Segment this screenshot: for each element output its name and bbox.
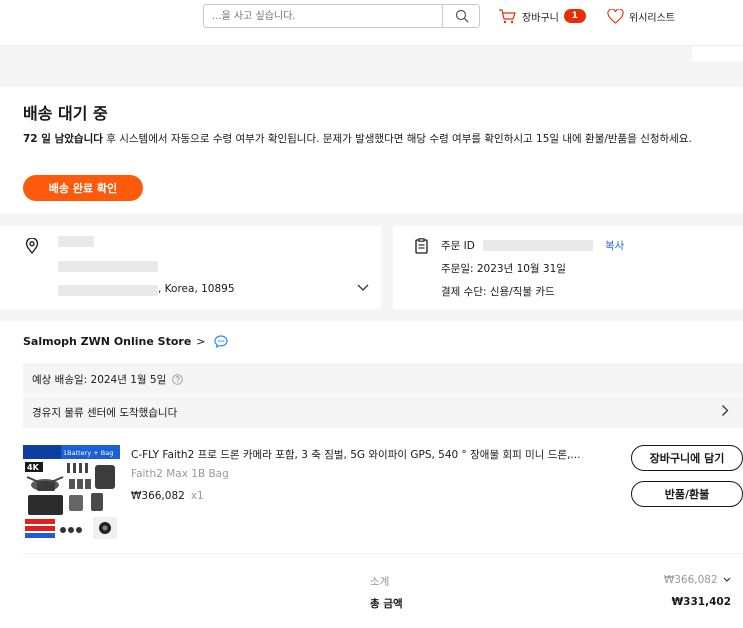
logistics-status: 경유지 물류 센터에 도착했습니다 — [32, 406, 178, 419]
subtotal-value: ₩366,082 — [664, 574, 731, 586]
thumb-4k-label: 4K — [27, 463, 40, 472]
product-price: ₩366,082 — [131, 490, 185, 502]
divider — [23, 553, 743, 554]
document-icon — [415, 238, 428, 254]
estimated-delivery: 예상 배송일: 2024년 1월 5일 — [32, 373, 167, 386]
order-info-card: 주문 ID 복사 주문일: 2023년 10월 31일 결제 수단: 신용/직불… — [393, 226, 743, 309]
product-price-row: ₩366,082 x1 — [131, 490, 204, 502]
subtotal-amount: ₩366,082 — [663, 574, 718, 586]
product-quantity: x1 — [190, 490, 204, 502]
help-icon[interactable] — [172, 373, 184, 385]
status-description: 72 일 남았습니다 후 시스템에서 자동으로 수령 여부가 확인됩니다. 문제… — [23, 132, 743, 146]
subtotal-label: 소계 — [370, 576, 390, 588]
redacted-address — [58, 285, 158, 296]
address-line: , Korea, 10895 — [158, 283, 235, 295]
copy-order-id-link[interactable]: 복사 — [605, 238, 624, 253]
estimated-delivery-row: 예상 배송일: 2024년 1월 5일 — [23, 363, 743, 395]
status-title: 배송 대기 중 — [23, 104, 108, 123]
chevron-right-icon — [722, 405, 729, 416]
search-input[interactable] — [204, 5, 442, 27]
location-pin-icon — [25, 238, 39, 254]
search-icon — [455, 9, 468, 23]
redacted-order-id — [483, 240, 593, 251]
redacted-name — [58, 236, 94, 247]
refund-button[interactable]: 반품/환불 — [631, 481, 743, 507]
delivery-status-card: 배송 대기 중 72 일 남았습니다 후 시스템에서 자동으로 수령 여부가 확… — [0, 87, 743, 213]
address-card: , Korea, 10895 — [0, 226, 381, 309]
order-date: 주문일: 2023년 10월 31일 — [441, 263, 566, 275]
chevron-down-icon[interactable] — [357, 284, 369, 292]
chat-icon[interactable] — [213, 335, 228, 348]
confirm-delivery-button[interactable]: 배송 완료 확인 — [23, 175, 143, 201]
cart-count-badge: 1 — [563, 9, 586, 23]
add-to-cart-button[interactable]: 장바구니에 담기 — [631, 445, 743, 471]
cart-icon — [499, 9, 516, 24]
header-edge — [692, 46, 743, 61]
store-link[interactable]: Salmoph ZWN Online Store > — [23, 335, 228, 348]
store-name: Salmoph ZWN Online Store — [23, 335, 192, 348]
total-label: 총 금액 — [370, 598, 403, 610]
search-button[interactable] — [442, 5, 480, 27]
logistics-status-row[interactable]: 경유지 물류 센터에 도착했습니다 — [23, 396, 743, 428]
product-variant: Faith2 Max 1B Bag — [131, 468, 229, 480]
order-id-label: 주문 ID — [441, 240, 475, 252]
heart-icon — [607, 8, 624, 24]
top-header: 장바구니 1 위시리스트 — [0, 0, 743, 46]
product-thumbnail[interactable]: 1Battery + Bag 4K — [23, 445, 120, 542]
product-title[interactable]: C-FLY Faith2 프로 드론 카메라 포함, 3 축 짐벌, 5G 와이… — [131, 447, 611, 462]
payment-method: 결제 수단: 신용/직불 카드 — [441, 286, 555, 298]
cart-label: 장바구니 — [522, 12, 559, 24]
status-detail: 후 시스템에서 자동으로 수령 여부가 확인됩니다. 문제가 발생했다면 해당 … — [102, 133, 692, 145]
store-order-card: Salmoph ZWN Online Store > 예상 배송일: 2024년… — [0, 321, 743, 628]
chevron-down-icon[interactable] — [723, 577, 731, 583]
wishlist-label: 위시리스트 — [629, 12, 675, 24]
redacted-phone — [58, 261, 158, 272]
thumb-caption: 1Battery + Bag — [63, 449, 113, 457]
store-arrow: > — [196, 335, 206, 348]
wishlist-link[interactable]: 위시리스트 — [607, 4, 675, 28]
total-value: ₩331,402 — [671, 596, 731, 608]
cart-link[interactable]: 장바구니 1 — [498, 4, 586, 28]
days-remaining: 72 일 남았습니다 — [23, 133, 103, 145]
search-box — [203, 4, 480, 28]
